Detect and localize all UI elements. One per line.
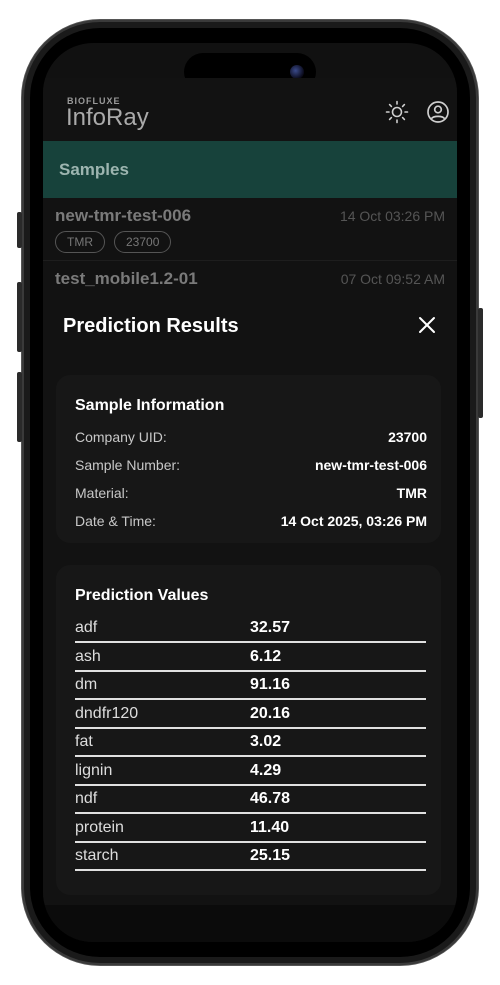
prediction-value: 20.16 <box>250 705 291 722</box>
prediction-name: dndfr120 <box>75 705 139 722</box>
info-row-material: Material: TMR <box>75 485 427 505</box>
prediction-name: starch <box>75 847 119 864</box>
volume-up-button <box>17 282 22 352</box>
info-value: 14 Oct 2025, 03:26 PM <box>280 513 427 529</box>
prediction-row: protein 11.40 <box>75 813 426 843</box>
action-button <box>17 212 22 248</box>
sample-information-card: Sample Information Company UID: 23700 Sa… <box>56 375 441 543</box>
prediction-value: 91.16 <box>250 676 291 693</box>
sample-name: test_mobile1.2-01 <box>55 269 198 288</box>
app-bar: BIOFLUXE InfoRay <box>43 78 457 141</box>
info-row-date-time: Date & Time: 14 Oct 2025, 03:26 PM <box>75 513 427 533</box>
bottom-area <box>43 905 457 942</box>
prediction-values-card: Prediction Values adf 32.57 ash 6.12 dm … <box>56 565 441 895</box>
prediction-row: lignin 4.29 <box>75 756 426 786</box>
sample-time: 07 Oct 09:52 AM <box>340 271 445 287</box>
prediction-name: protein <box>75 819 124 836</box>
prediction-name: fat <box>75 733 93 750</box>
prediction-row: ash 6.12 <box>75 642 426 672</box>
prediction-value: 3.02 <box>250 733 282 750</box>
prediction-row: dm 91.16 <box>75 670 426 700</box>
info-label: Date & Time: <box>75 513 156 529</box>
prediction-value: 46.78 <box>250 790 291 807</box>
prediction-row: adf 32.57 <box>75 613 426 643</box>
prediction-row: starch 25.15 <box>75 841 426 871</box>
camera-icon <box>290 65 304 79</box>
prediction-value: 32.57 <box>250 619 291 636</box>
sample-name: new-tmr-test-006 <box>55 206 192 225</box>
info-value: 23700 <box>388 429 427 445</box>
samples-header: Samples <box>43 141 457 198</box>
sample-row[interactable]: new-tmr-test-006 14 Oct 03:26 PM TMR 237… <box>43 198 457 261</box>
info-value: TMR <box>396 485 427 501</box>
info-row-company-uid: Company UID: 23700 <box>75 429 427 449</box>
samples-title: Samples <box>59 160 129 179</box>
prediction-results-modal: Prediction Results Sample Information Co… <box>43 293 457 905</box>
tag-chip: 23700 <box>114 231 172 253</box>
screen: BIOFLUXE InfoRay Samples new-tmr-test-00… <box>43 43 457 942</box>
sun-icon[interactable] <box>385 100 409 124</box>
tag-chip: TMR <box>55 231 105 253</box>
prediction-row: ndf 46.78 <box>75 784 426 814</box>
prediction-row: dndfr120 20.16 <box>75 699 426 729</box>
prediction-name: dm <box>75 676 98 693</box>
user-circle-icon[interactable] <box>426 100 450 124</box>
modal-title: Prediction Results <box>63 315 239 337</box>
prediction-value: 4.29 <box>250 762 282 779</box>
info-value: new-tmr-test-006 <box>314 457 427 473</box>
power-button <box>478 308 483 418</box>
prediction-name: adf <box>75 619 98 636</box>
info-label: Material: <box>75 485 129 501</box>
sample-information-title: Sample Information <box>75 397 225 414</box>
volume-down-button <box>17 372 22 442</box>
prediction-name: ndf <box>75 790 98 807</box>
prediction-values-title: Prediction Values <box>75 587 209 604</box>
prediction-name: lignin <box>75 762 113 779</box>
prediction-row: fat 3.02 <box>75 727 426 757</box>
brand-logo: InfoRay <box>66 104 149 131</box>
prediction-name: ash <box>75 648 101 665</box>
prediction-value: 25.15 <box>250 847 291 864</box>
close-icon[interactable] <box>417 315 437 335</box>
info-label: Company UID: <box>75 429 167 445</box>
prediction-value: 6.12 <box>250 648 282 665</box>
sample-time: 14 Oct 03:26 PM <box>339 208 445 224</box>
prediction-value: 11.40 <box>250 819 290 836</box>
info-row-sample-number: Sample Number: new-tmr-test-006 <box>75 457 427 477</box>
info-label: Sample Number: <box>75 457 181 473</box>
